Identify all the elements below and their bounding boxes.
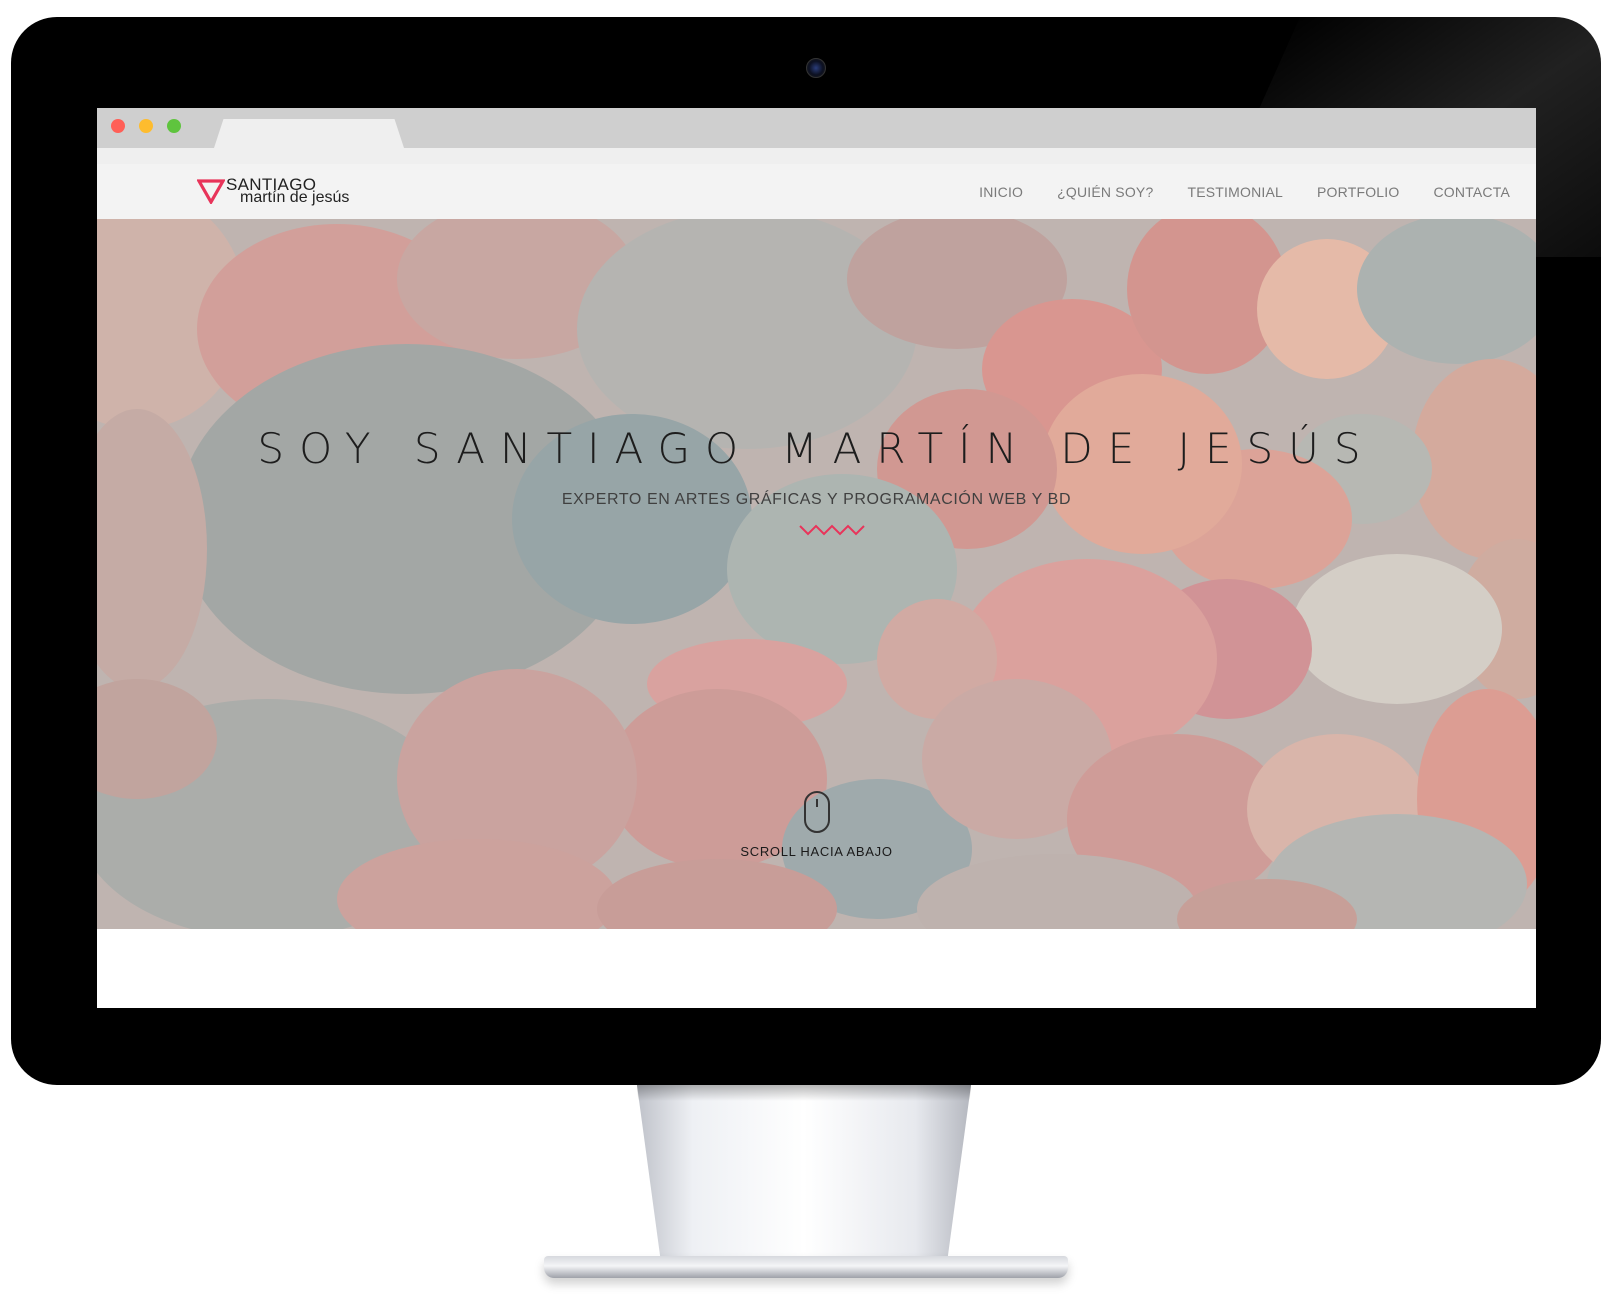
- scroll-down-link[interactable]: SCROLL HACIA ABAJO: [97, 844, 1536, 859]
- zigzag-divider-icon: [799, 524, 865, 536]
- browser-address-strip: [97, 148, 1536, 164]
- monitor-stand-shadow: [636, 1085, 972, 1101]
- nav-item-portfolio[interactable]: PORTFOLIO: [1317, 184, 1399, 200]
- minimize-window-button[interactable]: [139, 119, 153, 133]
- device-mockup: SANTIAGO martín de jesús INICIO ¿QUIÉN S…: [0, 0, 1621, 1294]
- hero-subtitle: EXPERTO EN ARTES GRÁFICAS Y PROGRAMACIÓN…: [561, 491, 1072, 508]
- webcam-icon: [806, 58, 826, 78]
- hero-section: SOY SANTIAGO MARTÍN DE JESÚS EXPERTO EN …: [97, 219, 1536, 929]
- hero-title: SOY SANTIAGO MARTÍN DE JESÚS: [257, 424, 1376, 473]
- nav-item-testimonial[interactable]: TESTIMONIAL: [1187, 184, 1283, 200]
- mouse-icon[interactable]: [803, 790, 831, 834]
- monitor-base: [544, 1256, 1068, 1278]
- monitor-stand: [636, 1085, 972, 1265]
- nav-item-quien-soy[interactable]: ¿QUIÉN SOY?: [1057, 184, 1153, 200]
- main-menu: INICIO ¿QUIÉN SOY? TESTIMONIAL PORTFOLIO…: [945, 164, 1536, 219]
- site-header: SANTIAGO martín de jesús INICIO ¿QUIÉN S…: [97, 164, 1536, 220]
- nav-item-contacta[interactable]: CONTACTA: [1433, 184, 1510, 200]
- logo-surname: martín de jesús: [240, 189, 350, 206]
- browser-tab[interactable]: [214, 119, 404, 148]
- browser-chrome: [97, 108, 1536, 148]
- site-logo[interactable]: SANTIAGO martín de jesús: [197, 175, 387, 209]
- monitor-screen: SANTIAGO martín de jesús INICIO ¿QUIÉN S…: [97, 108, 1536, 1008]
- nav-item-inicio[interactable]: INICIO: [979, 184, 1023, 200]
- maximize-window-button[interactable]: [167, 119, 181, 133]
- monitor-bezel: SANTIAGO martín de jesús INICIO ¿QUIÉN S…: [11, 17, 1601, 1085]
- red-triangle-logo-icon: [197, 179, 225, 204]
- content-area: [97, 929, 1536, 1008]
- close-window-button[interactable]: [111, 119, 125, 133]
